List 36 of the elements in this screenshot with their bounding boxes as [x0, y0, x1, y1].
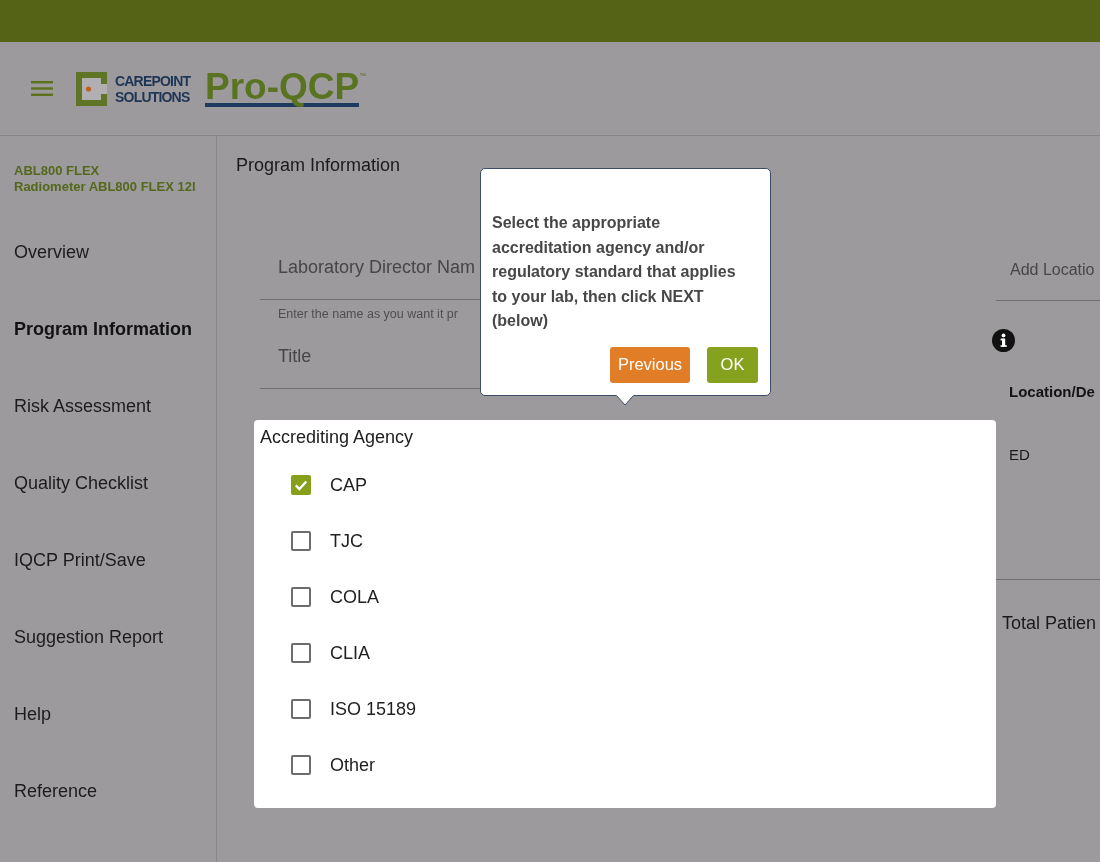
tick-icon: [294, 478, 308, 492]
checkbox[interactable]: [291, 755, 311, 775]
checkbox-label: ISO 15189: [330, 698, 417, 720]
checkbox-label: Other: [330, 754, 376, 776]
sidebar-item[interactable]: Risk Assessment: [14, 394, 152, 417]
checkbox[interactable]: [291, 643, 311, 663]
checkbox[interactable]: [291, 587, 311, 607]
sidebar-item[interactable]: Suggestion Report: [14, 625, 164, 648]
checkbox-label: CAP: [330, 474, 367, 496]
sidebar-item[interactable]: Program Information: [14, 317, 192, 340]
sidebar-item[interactable]: IQCP Print/Save: [14, 548, 146, 571]
info-icon[interactable]: [992, 329, 1015, 352]
checkbox-label: CLIA: [330, 642, 371, 664]
checkbox-label: COLA: [330, 586, 380, 608]
product-name: Pro-QCP: [205, 70, 360, 107]
column-header: Location/De: [1009, 383, 1096, 401]
checkbox[interactable]: [291, 475, 311, 495]
logo-icon: [76, 71, 107, 106]
device-name: Radiometer ABL800 FLEX 12l: [14, 179, 197, 195]
sidebar-item[interactable]: Help: [14, 702, 52, 725]
text-input[interactable]: Laboratory Director Nam: [260, 248, 480, 300]
sidebar-item[interactable]: Quality Checklist: [14, 471, 149, 494]
device-model: ABL800 FLEX: [14, 163, 101, 179]
field-hint: Enter the name as you want it pr: [278, 306, 459, 322]
sidebar-item[interactable]: Reference: [14, 779, 98, 802]
table-cell-text: ED: [1009, 446, 1031, 464]
popover-message: Select the appropriate accreditation agency and/or regulatory standard that applies to your lab, then click NEXT (below): [492, 213, 737, 331]
panel-title: Accrediting Agency: [260, 426, 415, 448]
page-heading: Program Information: [235, 154, 402, 176]
location-input[interactable]: Add Locatio: [996, 250, 1100, 301]
company-name: CAREPOINT SOLUTIONS: [115, 72, 192, 105]
sidebar-item[interactable]: Overview: [14, 240, 89, 263]
checkbox[interactable]: [291, 699, 311, 719]
checkbox[interactable]: [291, 531, 311, 551]
total-label: Total Patien: [1002, 612, 1098, 634]
checkbox-label: TJC: [330, 530, 363, 552]
